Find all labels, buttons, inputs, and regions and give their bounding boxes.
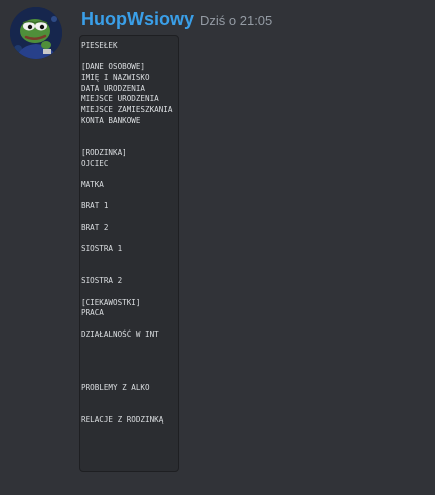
code-line: MIEJSCE URODZENIA bbox=[81, 94, 159, 104]
code-line: MIEJSCE ZAMIESZKANIA bbox=[81, 105, 173, 115]
code-line: BRAT 2 bbox=[81, 222, 109, 232]
code-line: PRACA bbox=[81, 308, 104, 318]
code-line: [CIEKAWOSTKI] bbox=[81, 297, 141, 307]
code-line: OJCIEC bbox=[81, 158, 109, 168]
code-line: MATKA bbox=[81, 179, 104, 189]
code-line: IMIĘ I NAZWISKO bbox=[81, 73, 150, 83]
code-lines: PIESEŁEK [DANE OSOBOWE] IMIĘ I NAZWISKO DAT… bbox=[81, 41, 172, 426]
code-line: [DANE OSOBOWE] bbox=[81, 62, 146, 72]
code-line: DATA URODZENIA bbox=[81, 83, 146, 93]
chat-message: HuopWsiowy Dziś o 21:05 PIESEŁEK [DANE OSO… bbox=[0, 0, 435, 495]
pepe-frog-avatar-icon bbox=[10, 7, 62, 59]
code-line: PROBLEMY Z ALKO bbox=[81, 383, 150, 392]
code-line: SIOSTRA 2 bbox=[81, 276, 123, 286]
username[interactable]: HuopWsiowy bbox=[81, 9, 194, 29]
timestamp: Dziś o 21:05 bbox=[200, 13, 273, 28]
avatar[interactable] bbox=[10, 7, 62, 59]
code-block: PIESEŁEK [DANE OSOBOWE] IMIĘ I NAZWISKO DAT… bbox=[79, 35, 179, 472]
message-header: HuopWsiowy Dziś o 21:05 bbox=[81, 9, 272, 31]
code-line: [RODZINKA] bbox=[81, 147, 127, 157]
code-line: SIOSTRA 1 bbox=[81, 244, 123, 254]
code-line: PIESEŁEK bbox=[81, 41, 118, 50]
code-line: RELACJE Z RODZINKĄ bbox=[81, 415, 164, 425]
code-line: BRAT 1 bbox=[81, 201, 109, 211]
code-line: KONTA BANKOWE bbox=[81, 115, 141, 125]
code-line: DZIAŁALNOŚĆ W INT bbox=[81, 329, 159, 339]
